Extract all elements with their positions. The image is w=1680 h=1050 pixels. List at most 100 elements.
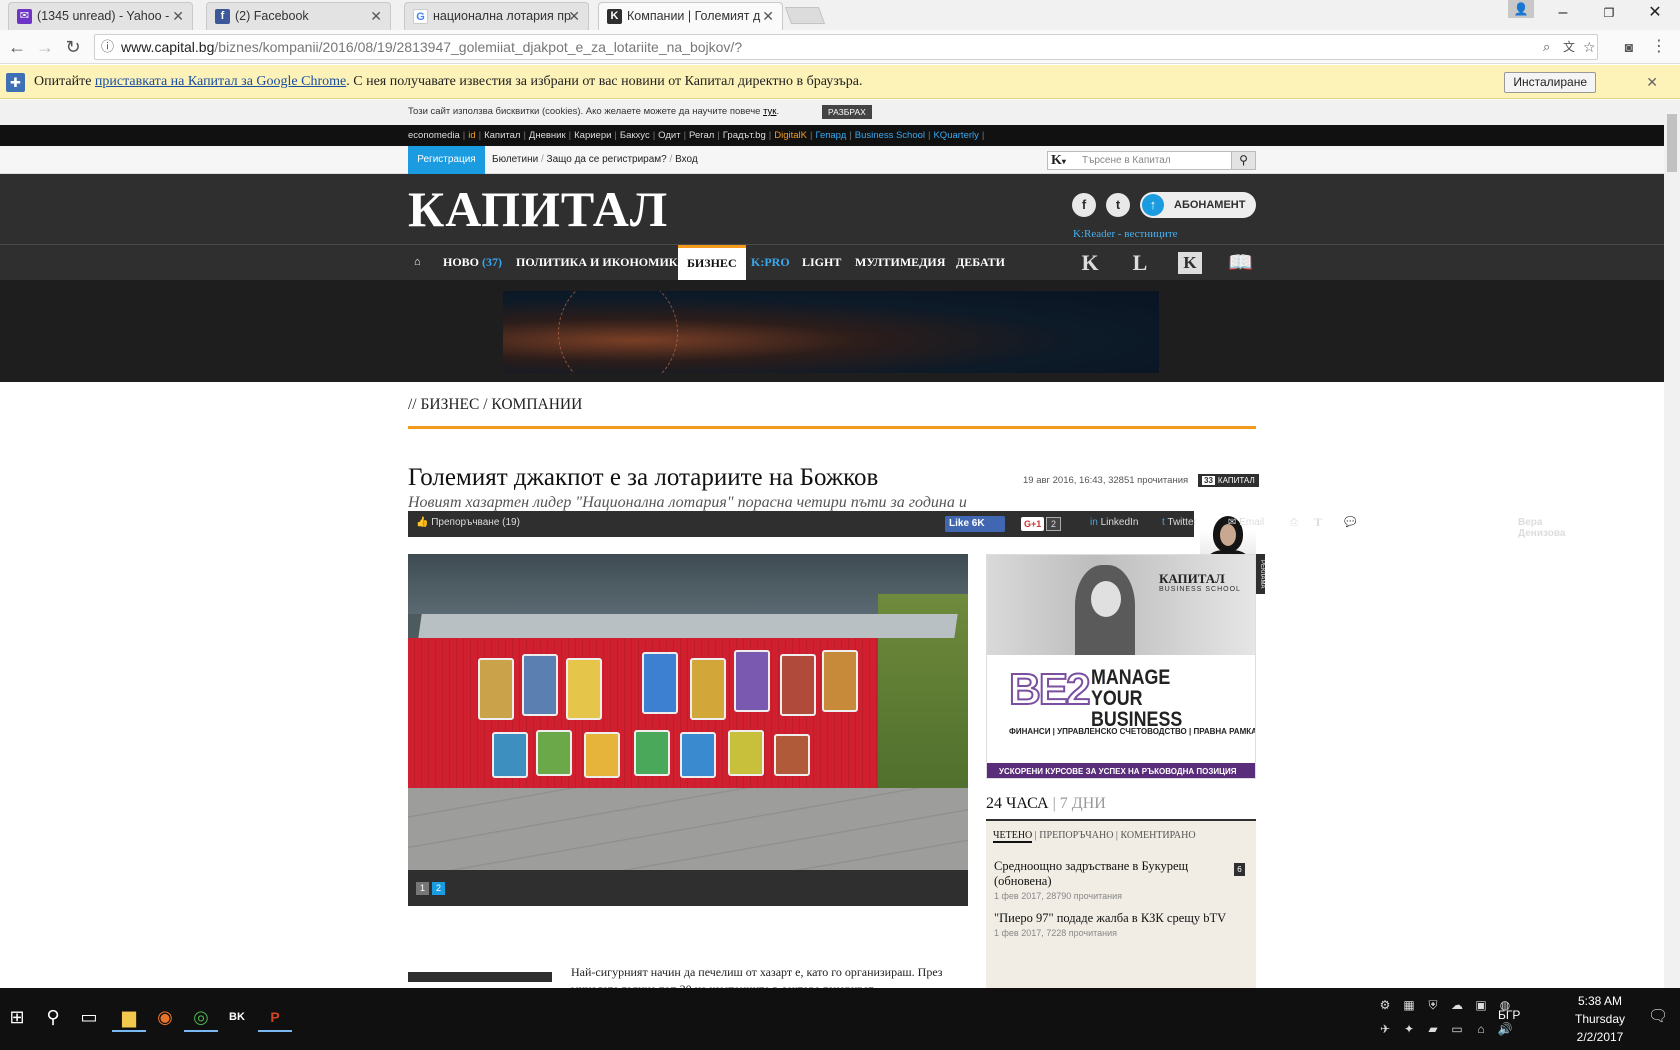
- bookmark-star-icon[interactable]: ☆: [1583, 35, 1596, 59]
- scrollbar-thumb[interactable]: [1667, 114, 1677, 172]
- close-infobar-icon[interactable]: ✕: [1646, 65, 1658, 99]
- windows-start-icon[interactable]: ⊞: [0, 1002, 34, 1032]
- text-size-icon[interactable]: T: [1314, 515, 1322, 530]
- facebook-like-button[interactable]: Like 6K: [945, 516, 1005, 532]
- newsletters-link[interactable]: Бюлетини: [492, 154, 538, 165]
- period-7d-tab[interactable]: 7 ДНИ: [1060, 795, 1106, 812]
- home-icon[interactable]: ⌂: [414, 245, 421, 281]
- print-icon[interactable]: ⎙: [1290, 517, 1298, 528]
- nav-item-light[interactable]: LIGHT: [802, 245, 841, 281]
- restore-icon[interactable]: ❐: [1586, 0, 1632, 28]
- install-button[interactable]: Инсталиране: [1504, 72, 1596, 93]
- network-link[interactable]: economedia: [408, 130, 460, 141]
- tab-recommended[interactable]: ПРЕПОРЪЧАНО: [1039, 830, 1113, 841]
- network-link[interactable]: Капитал: [484, 130, 520, 141]
- network-link[interactable]: Градът.bg: [723, 130, 766, 141]
- network-link[interactable]: KQuarterly: [933, 130, 978, 141]
- clock[interactable]: 5:38 AM Thursday 2/2/2017: [1558, 992, 1642, 1046]
- kpro-brand-icon[interactable]: K: [1178, 252, 1202, 274]
- infobar-link[interactable]: приставката на Капитал за Google Chrome: [95, 74, 346, 89]
- battery-icon[interactable]: ▭: [1448, 1020, 1466, 1038]
- period-24h-tab[interactable]: 24 ЧАСА: [986, 795, 1049, 812]
- close-tab-icon[interactable]: ✕: [172, 3, 184, 29]
- facebook-icon[interactable]: f: [1072, 193, 1096, 217]
- onedrive-icon[interactable]: ☁: [1448, 996, 1466, 1014]
- cookie-more-link[interactable]: тук: [763, 106, 776, 117]
- network-link[interactable]: Кариери: [574, 130, 611, 141]
- menu-icon[interactable]: ⋮: [1648, 36, 1670, 58]
- new-tab-button[interactable]: [784, 7, 826, 24]
- network-link[interactable]: Дневник: [529, 130, 566, 141]
- article-photo[interactable]: [408, 554, 968, 870]
- network-link[interactable]: Регал: [689, 130, 714, 141]
- nav-item-debates[interactable]: ДЕБАТИ: [956, 245, 1005, 281]
- email-button[interactable]: ✉ Email: [1228, 517, 1264, 528]
- shield-icon[interactable]: ⛨: [1424, 996, 1442, 1014]
- close-tab-icon[interactable]: ✕: [568, 3, 580, 29]
- close-window-icon[interactable]: ✕: [1632, 0, 1678, 28]
- close-tab-icon[interactable]: ✕: [762, 3, 774, 29]
- nvidia-icon[interactable]: ▰: [1424, 1020, 1442, 1038]
- tray-app2-icon[interactable]: ▣: [1472, 996, 1490, 1014]
- language-indicator[interactable]: БГР: [1498, 1008, 1520, 1022]
- nav-item-multimedia[interactable]: МУЛТИМЕДИЯ: [855, 245, 945, 281]
- network-link[interactable]: Бакхус: [620, 130, 650, 141]
- photo-page-1[interactable]: 1: [416, 882, 429, 895]
- sidebar-ad[interactable]: КАПИТАЛ BUSINESS SCHOOL BE2 MANAGE YOUR B…: [986, 554, 1256, 779]
- nav-item-politics[interactable]: ПОЛИТИКА И ИКОНОМИКА: [516, 245, 686, 281]
- pocket-extension-icon[interactable]: ◙: [1618, 36, 1640, 58]
- steam-icon[interactable]: ⚙: [1376, 996, 1394, 1014]
- network-link[interactable]: Гепард: [815, 130, 846, 141]
- linkedin-button[interactable]: in LinkedIn: [1090, 517, 1138, 528]
- kreader-book-icon[interactable]: 📖: [1228, 252, 1253, 274]
- breadcrumb[interactable]: // БИЗНЕС / КОМПАНИИ: [408, 396, 582, 414]
- close-tab-icon[interactable]: ✕: [370, 3, 382, 29]
- notifications-icon[interactable]: 🗨: [1648, 1008, 1668, 1026]
- tray-app-icon[interactable]: ▦: [1400, 996, 1418, 1014]
- address-bar[interactable]: ⓘ www.capital.bg/biznes/kompanii/2016/08…: [94, 34, 1598, 60]
- powerpoint-icon[interactable]: P: [258, 1002, 292, 1032]
- chrome-icon[interactable]: ◎: [184, 1002, 218, 1032]
- kreader-link[interactable]: K:Reader - вестниците: [1073, 228, 1178, 240]
- file-explorer-icon[interactable]: ▆: [112, 1002, 146, 1032]
- network-link[interactable]: id: [468, 130, 475, 141]
- light-brand-icon[interactable]: L: [1128, 252, 1152, 274]
- issue-badge[interactable]: 33 КАПИТАЛ: [1198, 474, 1259, 487]
- network-link[interactable]: Business School: [855, 130, 925, 141]
- forward-icon[interactable]: →: [34, 36, 56, 58]
- volume-icon[interactable]: 🔊: [1496, 1020, 1514, 1038]
- kapital-logo[interactable]: КАПИТАЛ: [408, 184, 668, 234]
- network-link[interactable]: DigitalK: [774, 130, 807, 141]
- login-link[interactable]: Вход: [675, 154, 698, 165]
- task-view-icon[interactable]: ▭: [72, 1002, 106, 1032]
- nav-item-kpro[interactable]: K:PRO: [751, 245, 790, 281]
- info-icon[interactable]: ⓘ: [101, 35, 114, 59]
- tab-google-search[interactable]: G национална лотария пр ✕: [404, 2, 589, 30]
- register-button[interactable]: Регистрация: [408, 146, 485, 174]
- photo-page-2[interactable]: 2: [432, 882, 445, 895]
- nav-item-new[interactable]: НОВО (37): [443, 245, 502, 281]
- cookie-accept-button[interactable]: РАЗБРАХ: [822, 105, 872, 119]
- back-icon[interactable]: ←: [6, 36, 28, 58]
- tray-app3-icon[interactable]: ✈: [1376, 1020, 1394, 1038]
- translate-icon[interactable]: 文: [1563, 35, 1575, 59]
- app-bk-icon[interactable]: BK: [220, 1002, 254, 1032]
- kapital-brand-icon[interactable]: K: [1078, 252, 1102, 274]
- comments-icon[interactable]: 💬: [1344, 517, 1356, 528]
- search-icon[interactable]: ⚲: [1231, 152, 1255, 169]
- tab-facebook[interactable]: f (2) Facebook ✕: [206, 2, 391, 30]
- twitter-share-button[interactable]: t Twitter: [1162, 517, 1197, 528]
- twitter-icon[interactable]: t: [1106, 193, 1130, 217]
- search-input[interactable]: Търсене в Капитал: [1082, 155, 1171, 166]
- tab-yahoo-mail[interactable]: ✉ (1345 unread) - Yahoo - ✕: [8, 2, 193, 30]
- network-link[interactable]: Одит: [658, 130, 680, 141]
- subscribe-button[interactable]: ↑ АБОНАМЕНТ: [1140, 192, 1256, 218]
- page-scrollbar[interactable]: [1664, 100, 1680, 988]
- tray-app4-icon[interactable]: ✦: [1400, 1020, 1418, 1038]
- zoom-search-icon[interactable]: ⌕: [1543, 35, 1550, 59]
- tab-kapital[interactable]: K Компании | Големият д ✕: [598, 2, 783, 30]
- list-item[interactable]: "Пиеро 97" подаде жалба в КЗК срещу bTV …: [994, 911, 1229, 941]
- profile-avatar-icon[interactable]: 👤: [1508, 0, 1534, 18]
- top-banner-ad[interactable]: [503, 291, 1159, 373]
- tab-commented[interactable]: КОМЕНТИРАНО: [1120, 830, 1195, 841]
